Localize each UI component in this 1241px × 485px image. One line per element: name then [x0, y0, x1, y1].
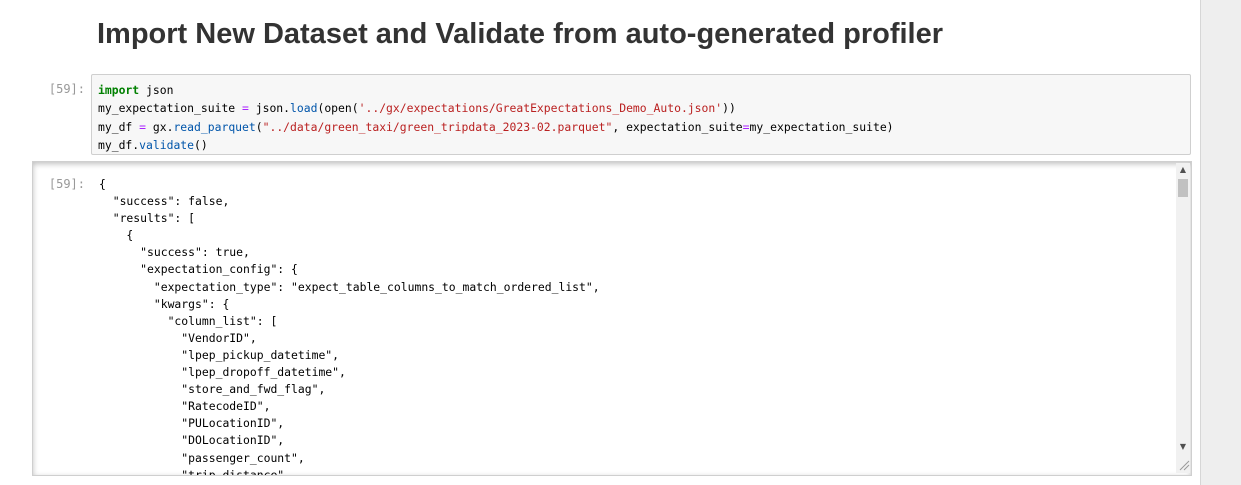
code-line: import json	[98, 81, 1184, 99]
resize-handle-icon[interactable]	[1178, 459, 1190, 471]
code-token: =	[139, 119, 147, 134]
code-input-cell[interactable]: import json my_expectation_suite = json.l…	[91, 74, 1191, 155]
markdown-cell[interactable]: Import New Dataset and Validate from aut…	[97, 18, 1097, 51]
output-line: "trip_distance",	[99, 467, 292, 476]
output-line: "VendorID",	[99, 330, 257, 345]
code-line: my_df.validate()	[98, 136, 1184, 154]
output-line: "PULocationID",	[99, 416, 285, 431]
output-line: "results": [	[99, 211, 196, 226]
code-token: gx.	[146, 119, 174, 134]
output-line: "column_list": [	[99, 313, 278, 328]
output-line: "RatecodeID",	[99, 399, 271, 414]
output-line: "lpep_pickup_datetime",	[99, 347, 340, 362]
code-token: my_df.	[98, 137, 140, 152]
output-line: "DOLocationID",	[99, 433, 285, 448]
code-token: (	[255, 119, 263, 134]
output-scroll-area[interactable]: { "success": false, "results": [ { "succ…	[32, 161, 1192, 476]
output-line: "expectation_config": {	[99, 262, 298, 277]
code-token: my_expectation_suite	[98, 101, 243, 116]
scrollbar-thumb[interactable]	[1178, 179, 1188, 197]
output-line: "kwargs": {	[99, 296, 230, 311]
output-line: "passenger_count",	[99, 450, 305, 465]
output-line: {	[99, 228, 134, 243]
code-token: load	[290, 101, 318, 116]
code-token: (open(	[317, 101, 359, 116]
output-line: {	[99, 177, 106, 191]
code-token: , expectation_suite	[612, 119, 743, 134]
section-heading: Import New Dataset and Validate from aut…	[97, 18, 943, 50]
output-text: { "success": false, "results": [ { "succ…	[99, 176, 600, 476]
code-token: my_df	[98, 119, 140, 134]
code-token: "../data/green_taxi/green_tripdata_2023-…	[262, 119, 613, 134]
code-token: json	[139, 83, 174, 97]
output-prompt: [59]:	[48, 177, 85, 191]
code-token: =	[242, 101, 249, 116]
output-line: "success": false,	[99, 194, 230, 209]
output-line: "lpep_dropoff_datetime",	[99, 365, 346, 380]
code-token: json.	[248, 101, 291, 116]
page-gutter	[1201, 0, 1241, 485]
code-token: ))	[722, 101, 736, 116]
output-line: "success": true,	[99, 245, 250, 260]
code-token: read_parquet	[173, 119, 256, 134]
code-token: validate	[139, 137, 195, 152]
scroll-down-arrow-icon[interactable]: ▼	[1176, 442, 1190, 452]
code-token: =	[742, 119, 750, 134]
code-token: my_expectation_suite)	[749, 119, 894, 134]
code-line: my_df = gx.read_parquet("../data/green_t…	[98, 118, 1184, 136]
scroll-up-arrow-icon[interactable]: ▲	[1176, 165, 1190, 175]
input-prompt: [59]:	[48, 82, 85, 96]
output-line: "store_and_fwd_flag",	[99, 382, 326, 397]
output-scrollbar[interactable]: ▲ ▼	[1176, 163, 1190, 473]
code-token: import	[98, 83, 140, 97]
code-token: ()	[194, 137, 208, 152]
code-line: my_expectation_suite = json.load(open('.…	[98, 99, 1184, 117]
output-line: "expectation_type": "expect_table_column…	[99, 279, 600, 294]
code-token: '../gx/expectations/GreatExpectations_De…	[358, 101, 723, 116]
